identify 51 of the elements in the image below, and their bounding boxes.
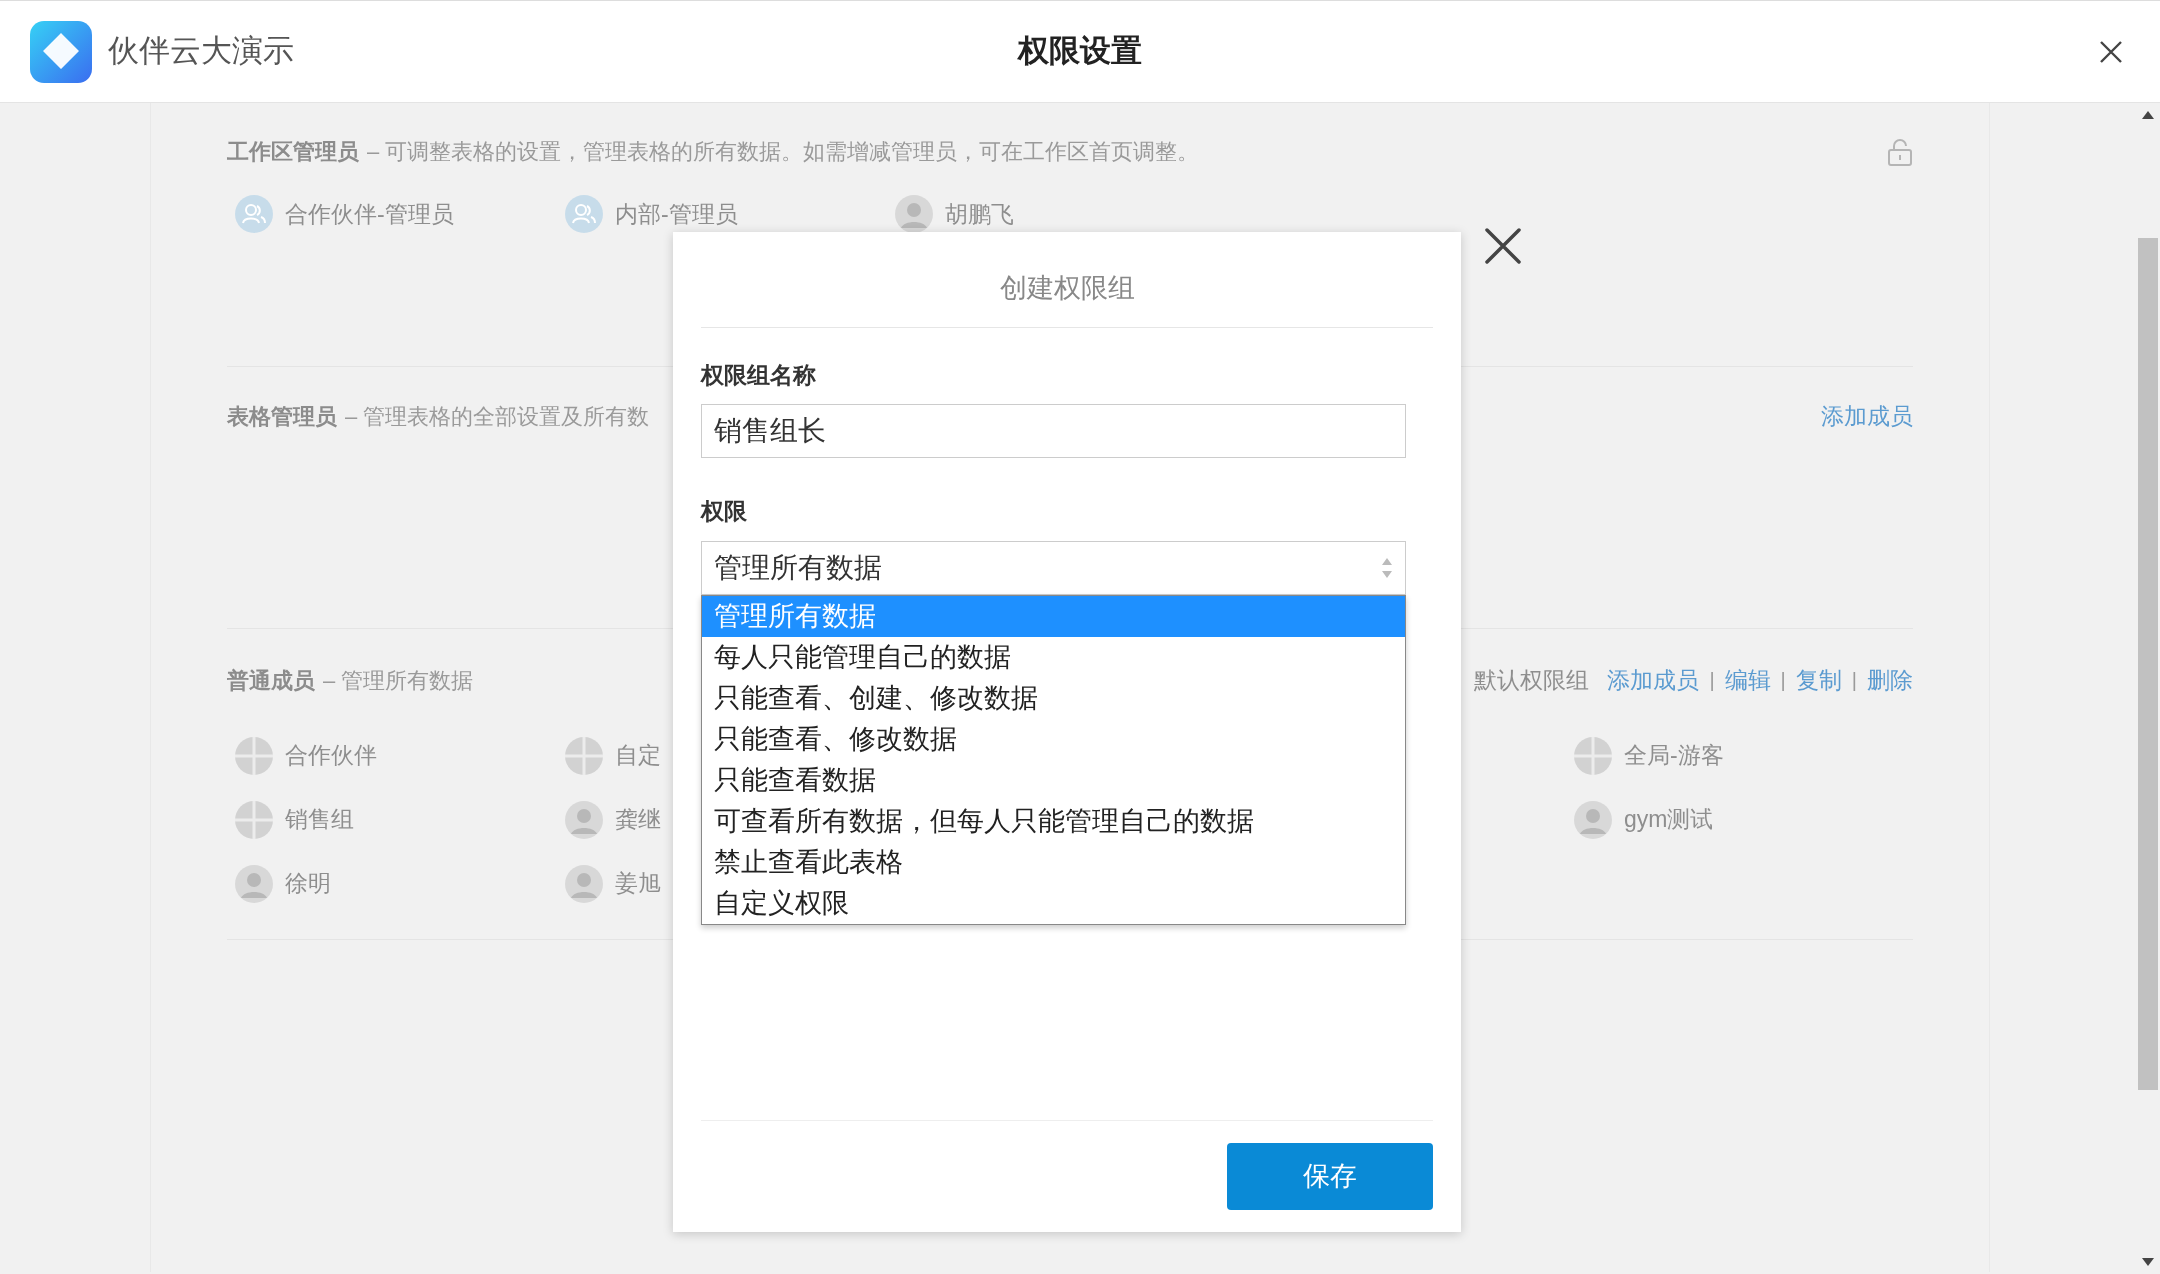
group-tag: 默认权限组 [1474,663,1590,698]
scrollbar-thumb[interactable] [2138,238,2158,1090]
grid-avatar-icon [1574,736,1612,775]
member-name: 合作伙伴 [285,741,377,771]
save-button[interactable]: 保存 [1227,1143,1433,1210]
app-name: 伙伴云大演示 [108,32,294,71]
section-title: 表格管理员 – 管理表格的全部设置及所有数 [227,402,650,431]
member-name: 龚继 [615,805,661,835]
link-separator: | [1780,668,1786,694]
avatar-icon [1574,800,1612,839]
dropdown-option[interactable]: 可查看所有数据，但每人只能管理自己的数据 [702,800,1405,842]
permission-select[interactable]: 管理所有数据 [701,540,1406,595]
avatar-icon [565,800,603,839]
member-name: 姜旭 [615,869,661,899]
dropdown-option[interactable]: 每人只能管理自己的数据 [702,636,1405,678]
dialog-title: 创建权限组 [998,272,1136,305]
member-name: 胡鹏飞 [945,199,1014,229]
scroll-up-icon[interactable] [2142,111,2154,119]
dropdown-option[interactable]: 只能查看、创建、修改数据 [702,677,1405,719]
link-separator: | [1851,668,1857,694]
avatar-icon [565,864,603,903]
member-name: 内部-管理员 [615,199,738,229]
field-label: 权限 [701,498,747,524]
grid-avatar-icon [235,736,273,775]
dropdown-option[interactable]: 只能查看数据 [702,759,1405,801]
member-name: 合作伙伴-管理员 [285,199,454,229]
app-logo-icon [30,20,92,83]
avatar-icon [895,195,933,233]
member-name: 全局-游客 [1624,741,1724,771]
dropdown-option[interactable]: 自定义权限 [702,882,1405,924]
scroll-down-icon[interactable] [2142,1258,2154,1266]
dropdown-option[interactable]: 禁止查看此表格 [702,841,1405,883]
field-label: 权限组名称 [701,361,816,388]
section-title: 普通成员 – 管理所有数据 [227,666,474,695]
dropdown-option[interactable]: 只能查看、修改数据 [702,718,1405,760]
name-input-field[interactable]: 销售组长 [701,404,1406,458]
avatar-icon [235,864,273,903]
close-button[interactable] [1483,226,1523,266]
link-separator: | [1709,668,1715,694]
group-icon [235,195,273,233]
grid-avatar-icon [235,800,273,839]
close-button[interactable] [2098,39,2124,65]
group-icon [565,195,603,233]
member-name: 销售组 [285,805,354,835]
grid-avatar-icon [565,736,603,775]
select-arrows-icon [1381,556,1393,579]
member-name: gym测试 [1624,805,1714,835]
section-title: 工作区管理员 – 可调整表格的设置，管理表格的所有数据。如需增减管理员，可在工作区首页调整。 [227,138,1200,166]
member-name: 自定 [615,741,661,771]
window-title: 权限设置 [1018,33,1142,69]
member-name: 徐明 [285,869,331,899]
